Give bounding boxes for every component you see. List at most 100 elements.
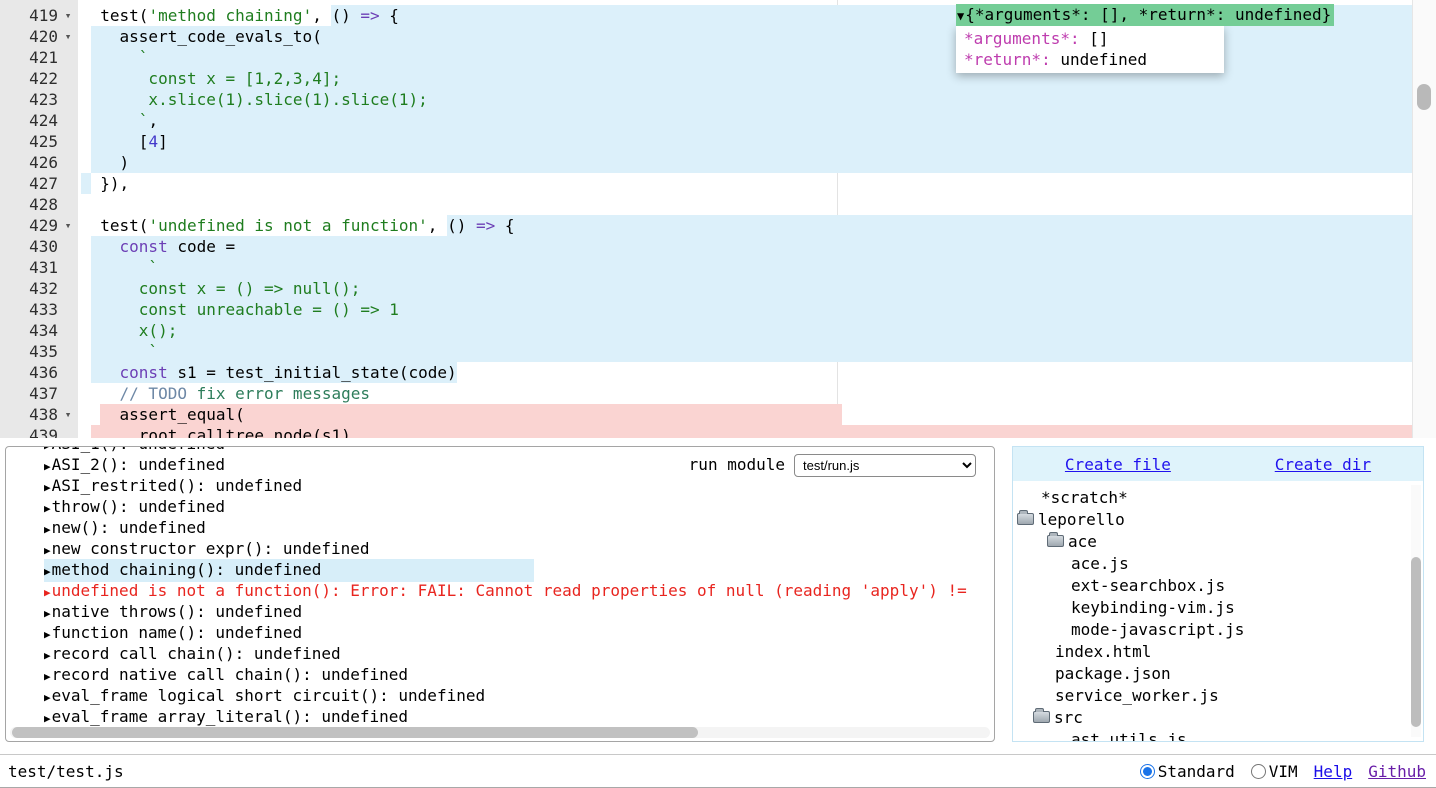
code-line[interactable]: 435 ` <box>0 341 1412 362</box>
expand-triangle-icon[interactable]: ▶ <box>44 691 51 704</box>
console-row[interactable]: ▶throw(): undefined <box>44 496 994 517</box>
console-row[interactable]: ▶function name(): undefined <box>44 622 994 643</box>
code-editor[interactable]: 419▾ test('method chaining', () => {420▾… <box>0 0 1436 438</box>
expand-triangle-icon[interactable]: ▶ <box>44 447 51 452</box>
run-module-select[interactable]: test/run.js <box>794 454 976 477</box>
expand-triangle-icon[interactable]: ▶ <box>44 649 51 662</box>
code-line[interactable]: 423 x.slice(1).slice(1).slice(1); <box>0 89 1412 110</box>
standard-radio[interactable] <box>1140 764 1155 779</box>
run-module-control: run moduletest/run.js <box>689 454 976 477</box>
tree-item-label: index.html <box>1055 642 1151 661</box>
code-line[interactable]: 437 // TODO fix error messages <box>0 383 1412 404</box>
fold-toggle-icon <box>58 89 78 110</box>
tree-scrollbar[interactable] <box>1411 485 1421 737</box>
console-row[interactable]: ▶undefined is not a function(): Error: F… <box>44 580 994 601</box>
tooltip-property-row[interactable]: *arguments*: [] <box>956 28 1224 49</box>
code-line[interactable]: 433 const unreachable = () => 1 <box>0 299 1412 320</box>
console-row[interactable]: ▶native throws(): undefined <box>44 601 994 622</box>
tree-item-file[interactable]: service_worker.js <box>1013 685 1423 707</box>
keybinding-vim-option[interactable]: VIM <box>1251 762 1298 781</box>
code-text: ) <box>78 153 129 172</box>
console-row[interactable]: ▶ASI_restrited(): undefined <box>44 475 994 496</box>
console-row[interactable]: ▶ASI_1(): undefined <box>44 447 994 454</box>
fold-toggle-icon <box>58 47 78 68</box>
console-row[interactable]: ▶record native call chain(): undefined <box>44 664 994 685</box>
fold-toggle-icon[interactable]: ▾ <box>58 404 78 425</box>
code-line[interactable]: 439 root_calltree_node(s1) <box>0 425 1412 438</box>
code-line[interactable]: 428 <box>0 194 1412 215</box>
code-line[interactable]: 430 const code = <box>0 236 1412 257</box>
tree-item-file[interactable]: package.json <box>1013 663 1423 685</box>
create-file-link[interactable]: Create file <box>1065 455 1171 474</box>
code-line[interactable]: 438▾ assert_equal( <box>0 404 1412 425</box>
line-number: 437 <box>0 383 58 404</box>
console-horizontal-scrollbar[interactable] <box>10 727 990 738</box>
console-row[interactable]: ▶eval_frame array_literal(): undefined <box>44 706 994 727</box>
expand-triangle-icon[interactable]: ▶ <box>44 481 51 494</box>
console-row[interactable]: ▶method chaining(): undefined <box>44 559 994 580</box>
keybinding-standard-option[interactable]: Standard <box>1140 762 1235 781</box>
fold-toggle-icon <box>58 341 78 362</box>
code-line[interactable]: 431 ` <box>0 257 1412 278</box>
tree-scrollbar-thumb[interactable] <box>1411 557 1421 727</box>
code-line[interactable]: 427 }), <box>0 173 1412 194</box>
collapse-arrow-icon[interactable]: ▼ <box>957 9 964 23</box>
tree-item-file[interactable]: index.html <box>1013 641 1423 663</box>
fold-toggle-icon <box>58 110 78 131</box>
leporello-app: 419▾ test('method chaining', () => {420▾… <box>0 0 1436 788</box>
console-row-text: throw(): undefined <box>52 497 225 516</box>
code-line[interactable]: 424 `, <box>0 110 1412 131</box>
expand-triangle-icon[interactable]: ▶ <box>44 607 51 620</box>
tree-item-folder[interactable]: src <box>1013 707 1423 729</box>
editor-scrollbar[interactable] <box>1412 0 1436 438</box>
console-row[interactable]: ▶record call chain(): undefined <box>44 643 994 664</box>
tree-item-file[interactable]: mode-javascript.js <box>1013 619 1423 641</box>
line-number: 435 <box>0 341 58 362</box>
console-row[interactable]: ▶eval_frame logical short circuit(): und… <box>44 685 994 706</box>
expand-triangle-icon[interactable]: ▶ <box>44 544 51 557</box>
fold-toggle-icon[interactable]: ▾ <box>58 5 78 26</box>
expand-triangle-icon[interactable]: ▶ <box>44 670 51 683</box>
value-tooltip-header[interactable]: ▼{*arguments*: [], *return*: undefined} <box>956 4 1334 26</box>
fold-toggle-icon <box>58 173 78 194</box>
tree-item-file[interactable]: *scratch* <box>1013 487 1423 509</box>
console-row[interactable]: ▶new(): undefined <box>44 517 994 538</box>
line-number: 419 <box>0 5 58 26</box>
tree-item-file[interactable]: ace.js <box>1013 553 1423 575</box>
tree-item-file[interactable]: ast_utils.js <box>1013 729 1423 742</box>
fold-toggle-icon[interactable]: ▾ <box>58 215 78 236</box>
tree-item-file[interactable]: ext-searchbox.js <box>1013 575 1423 597</box>
tooltip-property-row[interactable]: *return*: undefined <box>956 49 1224 70</box>
tree-item-folder[interactable]: leporello <box>1013 509 1423 531</box>
tree-item-folder[interactable]: ace <box>1013 531 1423 553</box>
vim-radio-label: VIM <box>1269 762 1298 781</box>
create-dir-link[interactable]: Create dir <box>1275 455 1371 474</box>
code-line[interactable]: 429▾ test('undefined is not a function',… <box>0 215 1412 236</box>
expand-triangle-icon[interactable]: ▶ <box>44 586 51 599</box>
console-row[interactable]: ▶new constructor expr(): undefined <box>44 538 994 559</box>
fold-toggle-icon[interactable]: ▾ <box>58 26 78 47</box>
code-line[interactable]: 436 const s1 = test_initial_state(code) <box>0 362 1412 383</box>
github-link[interactable]: Github <box>1368 762 1426 781</box>
code-line[interactable]: 432 const x = () => null(); <box>0 278 1412 299</box>
expand-triangle-icon[interactable]: ▶ <box>44 712 51 725</box>
vim-radio[interactable] <box>1251 764 1266 779</box>
code-line[interactable]: 434 x(); <box>0 320 1412 341</box>
fold-toggle-icon <box>58 236 78 257</box>
editor-scrollbar-thumb[interactable] <box>1417 84 1431 110</box>
help-link[interactable]: Help <box>1314 762 1353 781</box>
expand-triangle-icon[interactable]: ▶ <box>44 460 51 473</box>
tree-item-file[interactable]: keybinding-vim.js <box>1013 597 1423 619</box>
expand-triangle-icon[interactable]: ▶ <box>44 523 51 536</box>
expand-triangle-icon[interactable]: ▶ <box>44 628 51 641</box>
tree-item-label: mode-javascript.js <box>1071 620 1244 639</box>
console-row-text: native throws(): undefined <box>52 602 302 621</box>
console-horizontal-scrollbar-thumb[interactable] <box>12 727 698 738</box>
console-row-text: eval_frame logical short circuit(): unde… <box>52 686 485 705</box>
expand-triangle-icon[interactable]: ▶ <box>44 502 51 515</box>
console-row-text: eval_frame array_literal(): undefined <box>52 707 408 726</box>
code-line[interactable]: 426 ) <box>0 152 1412 173</box>
code-line[interactable]: 425 [4] <box>0 131 1412 152</box>
value-tooltip: ▼{*arguments*: [], *return*: undefined} … <box>956 4 1334 73</box>
expand-triangle-icon[interactable]: ▶ <box>44 565 51 578</box>
